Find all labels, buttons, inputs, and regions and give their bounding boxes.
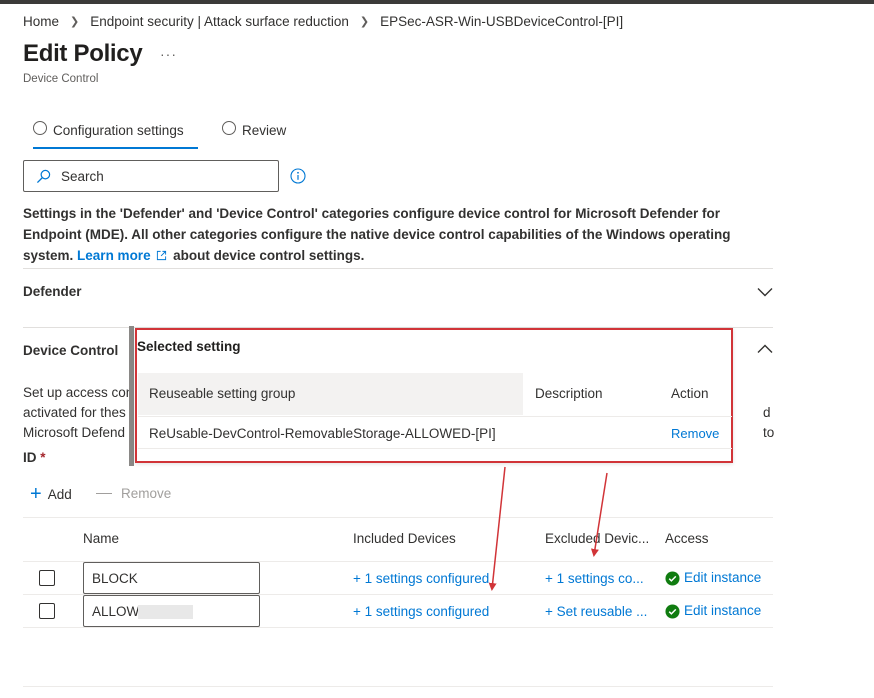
redacted-text [138, 605, 193, 619]
popup-title: Selected setting [137, 339, 241, 354]
id-label: ID * [23, 450, 46, 465]
breadcrumb-attack-surface-reduction[interactable]: Endpoint security | Attack surface reduc… [90, 14, 349, 29]
table-divider [138, 416, 732, 417]
breadcrumb-home[interactable]: Home [23, 14, 59, 29]
popup-scrollbar [129, 326, 134, 466]
plus-icon: + [30, 483, 42, 505]
search-icon [36, 169, 51, 183]
tab-label: Review [242, 122, 287, 138]
excluded-devices-link[interactable]: + 1 settings co... [545, 571, 644, 586]
breadcrumb-policy[interactable]: EPSec-ASR-Win-USBDeviceControl-[PI] [380, 14, 623, 29]
external-link-icon [157, 250, 167, 261]
tab-label: Configuration settings [53, 122, 184, 138]
tab-review[interactable]: Review [222, 116, 286, 144]
included-devices-link[interactable]: + 1 settings configured [353, 571, 489, 586]
column-header-name: Name [83, 531, 120, 546]
step-circle-icon [222, 120, 236, 135]
breadcrumb: Home ❯ Endpoint security | Attack surfac… [23, 14, 623, 29]
remove-setting-link[interactable]: Remove [671, 426, 719, 441]
page-subtitle: Device Control [23, 73, 99, 85]
selected-setting-panel: Selected setting Reuseable setting group… [135, 328, 733, 463]
included-devices-link[interactable]: + 1 settings configured [353, 604, 489, 619]
more-options-icon[interactable]: ··· [160, 46, 177, 62]
column-header-excluded-devices: Excluded Devic... [545, 531, 650, 546]
chevron-up-icon[interactable] [757, 344, 773, 354]
edit-instance-link[interactable]: Edit instance [684, 603, 761, 618]
section-device-control[interactable]: Device Control [23, 343, 118, 358]
table-divider [23, 686, 773, 687]
reuseable-setting-group-value: ReUsable-DevControl-RemovableStorage-ALL… [149, 426, 496, 441]
top-bar [0, 0, 874, 4]
active-tab-indicator [33, 147, 198, 149]
step-circle-icon [33, 120, 47, 135]
chevron-down-icon[interactable] [757, 287, 773, 297]
row-checkbox[interactable] [39, 603, 55, 619]
search-box[interactable] [23, 160, 279, 192]
edit-instance-link[interactable]: Edit instance [684, 570, 761, 585]
table-divider [23, 517, 773, 518]
tab-configuration-settings[interactable]: Configuration settings [33, 116, 184, 144]
column-header-description: Description [535, 386, 603, 401]
description-text: Settings in the 'Defender' and 'Device C… [23, 206, 731, 263]
excluded-devices-link[interactable]: + Set reusable ... [545, 604, 647, 619]
table-divider [138, 448, 732, 449]
column-header-action: Action [671, 386, 709, 401]
search-input[interactable] [59, 167, 259, 185]
remove-button: Remove [96, 486, 171, 501]
annotation-arrow [488, 466, 506, 591]
info-icon[interactable] [290, 168, 306, 184]
page-title: Edit Policy [23, 40, 143, 67]
column-header-reuseable-setting-group: Reuseable setting group [138, 373, 523, 415]
chevron-right-icon: ❯ [70, 16, 80, 28]
chevron-right-icon: ❯ [359, 16, 370, 28]
learn-more-link[interactable]: Learn more [77, 248, 151, 263]
section-defender[interactable]: Defender [23, 284, 82, 299]
name-input[interactable] [83, 562, 260, 594]
required-indicator: * [40, 450, 46, 465]
minus-icon [96, 493, 112, 494]
row-checkbox[interactable] [39, 570, 55, 586]
check-circle-icon [665, 571, 680, 586]
divider [23, 268, 773, 269]
check-circle-icon [665, 604, 680, 619]
column-header-included-devices: Included Devices [353, 531, 456, 546]
table-divider [23, 627, 773, 628]
column-header-access: Access [665, 531, 709, 546]
add-button[interactable]: + Add [30, 483, 72, 505]
